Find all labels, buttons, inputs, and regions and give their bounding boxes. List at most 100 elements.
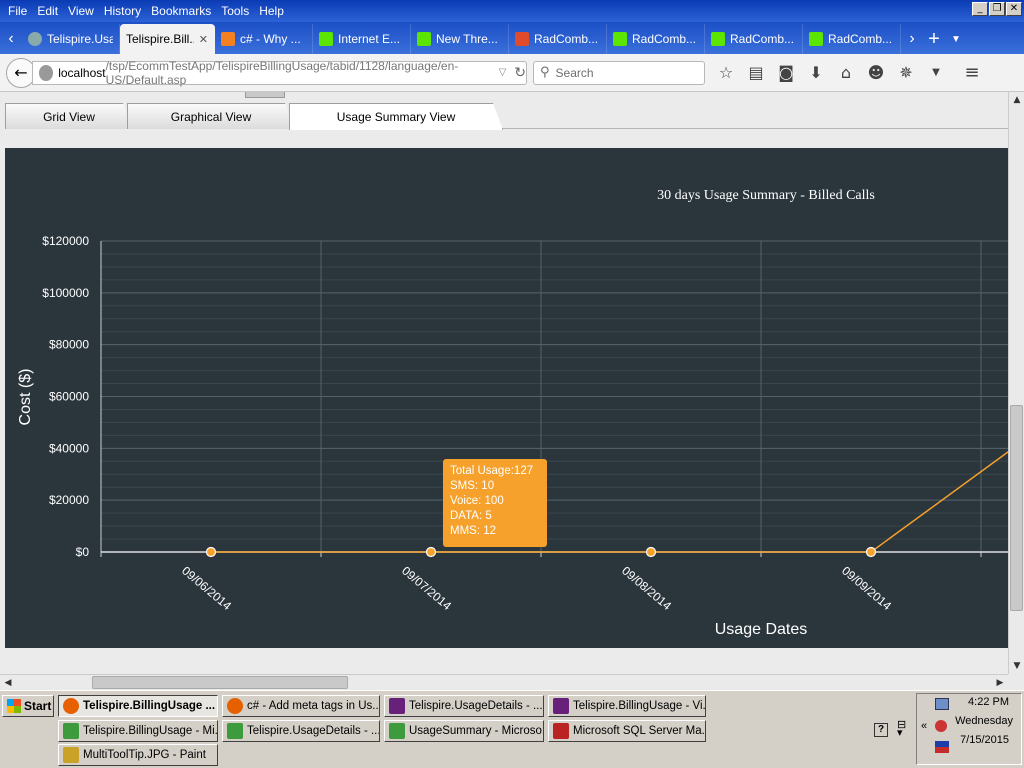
scrollbar-corner: [1008, 674, 1024, 690]
tab-label: RadComb...: [828, 32, 893, 46]
navigation-bar: ← localhost/tsp/EcommTestApp/TelispireBi…: [0, 54, 1024, 92]
tooltip-line: SMS: 10: [450, 480, 495, 492]
tab-graphical-view[interactable]: Graphical View: [127, 103, 295, 129]
restore-button[interactable]: ❐: [989, 2, 1005, 16]
tab-list-button[interactable]: ▼: [945, 24, 967, 54]
browser-tab[interactable]: Telispire.Bill... ✕: [120, 24, 215, 54]
taskbar-button-label: Telispire.UsageDetails - ...: [247, 725, 380, 737]
tab-label: New Thre...: [436, 32, 498, 46]
taskbar-button[interactable]: Telispire.UsageDetails - ...: [222, 720, 380, 742]
vertical-scroll-thumb[interactable]: [1010, 405, 1023, 611]
scroll-up-arrow-icon[interactable]: ▲: [1009, 92, 1024, 108]
taskbar-button[interactable]: Telispire.UsageDetails - ...: [384, 695, 544, 717]
help-icon[interactable]: ?: [874, 723, 888, 737]
browser-tab[interactable]: RadComb...: [509, 24, 607, 54]
new-tab-button[interactable]: +: [923, 24, 945, 54]
y-tick-label: $60000: [49, 390, 89, 404]
tab-label: RadComb...: [730, 32, 795, 46]
taskbar-button-label: MultiToolTip.JPG - Paint: [83, 749, 206, 761]
clock-time[interactable]: 4:22 PM: [917, 696, 1021, 708]
browser-tab[interactable]: Internet E...: [313, 24, 411, 54]
close-window-button[interactable]: ✕: [1006, 2, 1022, 16]
data-point: [425, 546, 437, 558]
taskbar-button[interactable]: Microsoft SQL Server Ma...: [548, 720, 706, 742]
taskbar-button[interactable]: UsageSummary - Microso...: [384, 720, 544, 742]
tab-label: Telispire.Bill...: [126, 32, 194, 46]
start-button[interactable]: Start: [2, 695, 54, 717]
taskbar-button-label: Telispire.BillingUsage ...: [83, 700, 216, 712]
pocket-icon[interactable]: ◙: [771, 61, 801, 85]
emoji-icon[interactable]: ☻: [861, 61, 891, 85]
clock-day[interactable]: Wednesday: [917, 715, 1021, 727]
browser-tab[interactable]: c# - Why ...: [215, 24, 313, 54]
tab-label: RadComb...: [534, 32, 599, 46]
extension-icon[interactable]: ✵: [891, 61, 921, 85]
vertical-scrollbar[interactable]: ▲ ▼: [1008, 92, 1024, 674]
scroll-left-arrow-icon[interactable]: ◀: [0, 675, 16, 691]
scroll-right-arrow-icon[interactable]: ▶: [992, 675, 1008, 691]
extension-menu-icon[interactable]: ▼: [921, 61, 951, 85]
tab-label: RadComb...: [632, 32, 697, 46]
telerik-icon: [319, 32, 333, 46]
taskbar-button[interactable]: MultiToolTip.JPG - Paint: [58, 744, 218, 766]
taskbar-button-label: UsageSummary - Microso...: [409, 725, 544, 737]
sqlserver-icon: [553, 723, 569, 739]
reload-icon[interactable]: ↻: [514, 65, 526, 81]
url-host: localhost: [58, 65, 106, 80]
taskbar: Start Telispire.BillingUsage ... c# - Add…: [0, 690, 1024, 768]
reading-list-icon[interactable]: ▤: [741, 61, 771, 85]
search-icon: ⚲: [540, 65, 550, 80]
taskbar-button-label: c# - Add meta tags in Us...: [247, 700, 380, 712]
y-tick-label: $0: [76, 545, 90, 559]
scroll-down-arrow-icon[interactable]: ▼: [1009, 658, 1024, 674]
tabs-scroll-left-button[interactable]: ‹: [0, 24, 22, 54]
menu-bookmarks[interactable]: Bookmarks: [146, 0, 216, 22]
tabs-scroll-right-button[interactable]: ›: [901, 24, 923, 54]
firefox-icon: [227, 698, 243, 714]
menu-view[interactable]: View: [63, 0, 99, 22]
browser-tab[interactable]: New Thre...: [411, 24, 509, 54]
restore-windows-icon[interactable]: ⊟ ▾: [897, 720, 906, 739]
taskbar-button[interactable]: c# - Add meta tags in Us...: [222, 695, 380, 717]
home-icon[interactable]: ⌂: [831, 61, 861, 85]
visualstudio-icon: [553, 698, 569, 714]
tab-grid-view[interactable]: Grid View: [5, 103, 133, 129]
menu-edit[interactable]: Edit: [32, 0, 63, 22]
dropdown-arrow-icon[interactable]: ▽: [499, 67, 507, 78]
taskbar-button[interactable]: Telispire.BillingUsage - Vi...: [548, 695, 706, 717]
minimize-button[interactable]: _: [972, 2, 988, 16]
menu-tools[interactable]: Tools: [216, 0, 254, 22]
horizontal-scroll-thumb[interactable]: [92, 676, 348, 689]
search-input[interactable]: ⚲ Search: [533, 60, 705, 85]
menu-help[interactable]: Help: [254, 0, 289, 22]
browser-tab[interactable]: Telispire.Usage...: [22, 24, 120, 54]
browser-tab[interactable]: RadComb...: [607, 24, 705, 54]
taskbar-button[interactable]: Telispire.BillingUsage ...: [58, 695, 218, 717]
title-bar: File Edit View History Bookmarks Tools H…: [0, 0, 1024, 22]
menu-bar: File Edit View History Bookmarks Tools H…: [0, 0, 289, 22]
menu-history[interactable]: History: [99, 0, 146, 22]
download-icon[interactable]: ⬇: [801, 61, 831, 85]
tooltip-line: DATA: 5: [450, 510, 492, 522]
browser-tab[interactable]: RadComb...: [705, 24, 803, 54]
y-axis-title: Cost ($): [17, 369, 34, 426]
clock-date[interactable]: 7/15/2015: [917, 734, 1021, 746]
menu-file[interactable]: File: [3, 0, 32, 22]
y-tick-label: $80000: [49, 338, 89, 352]
tab-label: c# - Why ...: [240, 32, 301, 46]
taskbar-button[interactable]: Telispire.BillingUsage - Mi...: [58, 720, 218, 742]
horizontal-scrollbar[interactable]: ◀ ▶: [0, 674, 1008, 690]
data-point: [205, 546, 217, 558]
search-placeholder: Search: [555, 65, 594, 80]
stackoverflow-icon: [221, 32, 235, 46]
firefox-icon: [63, 698, 79, 714]
y-tick-label: $20000: [49, 493, 89, 507]
splitter-handle[interactable]: [245, 92, 285, 98]
browser-tab[interactable]: RadComb...: [803, 24, 901, 54]
bookmark-star-icon[interactable]: ☆: [711, 61, 741, 85]
tab-usage-summary-view[interactable]: Usage Summary View: [289, 103, 503, 130]
close-tab-icon[interactable]: ✕: [199, 33, 208, 46]
address-bar[interactable]: localhost/tsp/EcommTestApp/TelispireBill…: [32, 59, 527, 87]
data-point: [865, 546, 877, 558]
hamburger-menu-icon[interactable]: ≡: [957, 61, 987, 85]
